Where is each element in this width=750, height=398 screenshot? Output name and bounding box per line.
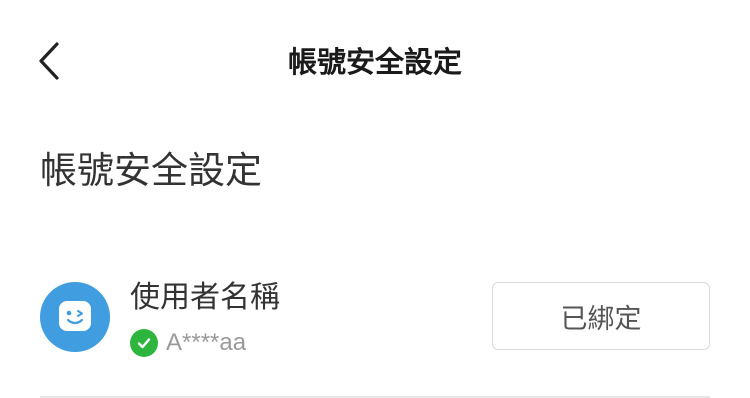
check-circle-icon [130,329,158,357]
masked-username: A****aa [166,329,247,356]
section-heading: 帳號安全設定 [40,149,262,192]
account-row-username: 使用者名稱 A****aa 已綁定 [40,270,710,396]
nav-bar: 帳號安全設定 [0,0,750,124]
account-security-page: 帳號安全設定 帳號安全設定 使用者名稱 A****aa 已綁定 [0,0,750,398]
smiley-avatar-icon [40,282,110,352]
username-status: A****aa [130,328,246,358]
page-title: 帳號安全設定 [287,45,462,79]
username-label: 使用者名稱 [130,280,280,315]
bound-button[interactable]: 已綁定 [492,282,710,350]
